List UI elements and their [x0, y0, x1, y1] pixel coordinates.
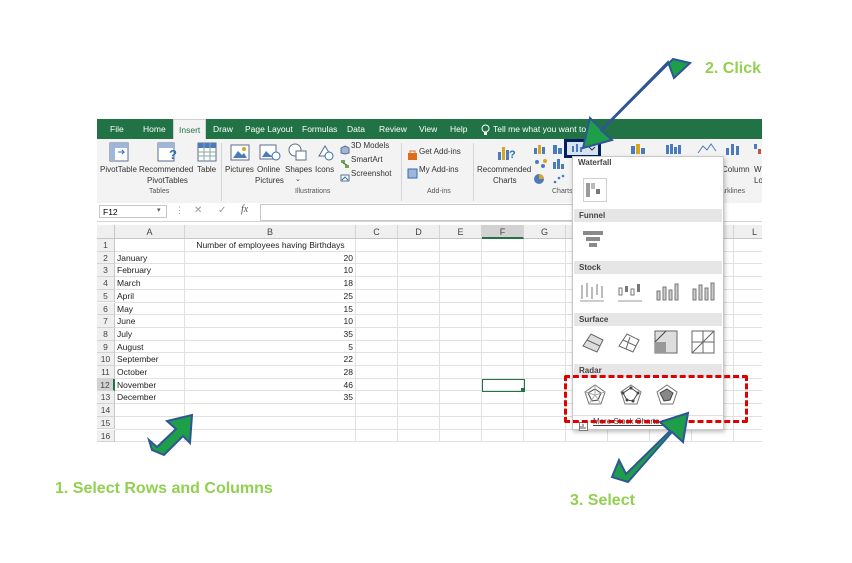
- arrow-to-data-icon: [147, 413, 194, 457]
- callout-step-1: 1. Select Rows and Columns: [55, 480, 273, 497]
- callout-step-2: 2. Click: [705, 60, 762, 77]
- annotation-arrows: [147, 57, 693, 484]
- arrow-to-radar-icon: [610, 411, 690, 484]
- callout-step-3: 3. Select: [570, 492, 635, 509]
- arrow-to-stock-button-icon: [581, 57, 693, 150]
